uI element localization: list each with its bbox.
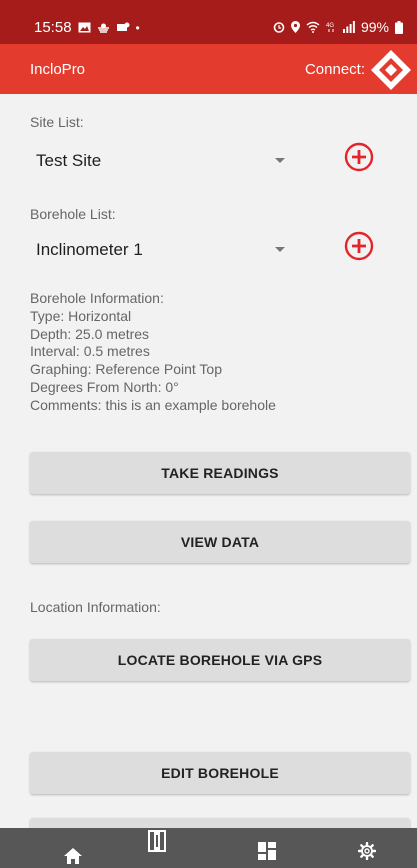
add-borehole-button[interactable]	[344, 231, 374, 261]
location-info-label: Location Information:	[30, 599, 161, 615]
borehole-info: Borehole Information: Type: Horizontal D…	[30, 290, 276, 415]
dashboard-icon	[258, 842, 276, 860]
chevron-down-icon	[275, 158, 285, 163]
bottom-navigation	[0, 828, 417, 868]
wifi-icon	[306, 21, 320, 33]
gallery-icon	[78, 22, 91, 33]
borehole-depth: Depth: 25.0 metres	[30, 325, 150, 342]
battery-percent: 99%	[360, 19, 389, 35]
borehole-degrees: Degrees From North: 0°	[30, 378, 179, 395]
borehole-icon	[148, 830, 166, 852]
site-select[interactable]: Test Site	[30, 143, 285, 177]
borehole-select-value: Inclinometer 1	[36, 240, 143, 259]
view-data-button[interactable]: VIEW DATA	[30, 521, 410, 563]
borehole-select[interactable]: Inclinometer 1	[30, 232, 285, 266]
nav-dashboard[interactable]	[250, 828, 290, 868]
signal-icon	[342, 21, 355, 33]
add-site-button[interactable]	[344, 142, 374, 172]
edit-borehole-button[interactable]: EDIT BOREHOLE	[30, 752, 410, 794]
home-icon	[64, 848, 82, 864]
app-bar: IncloPro Connect:	[0, 44, 417, 94]
alarm-icon	[273, 22, 285, 33]
borehole-interval: Interval: 0.5 metres	[30, 343, 150, 360]
take-readings-button[interactable]: TAKE READINGS	[30, 452, 410, 494]
borehole-comments: Comments: this is an example borehole	[30, 396, 276, 413]
connect-label[interactable]: Connect:	[305, 61, 365, 78]
settings-icon	[358, 842, 376, 860]
status-bar: 15:58 • 4G 99%	[0, 0, 417, 44]
status-time: 15:58	[34, 19, 72, 36]
dot-icon: •	[135, 20, 140, 35]
status-right: 4G 99%	[273, 19, 403, 35]
battery-icon	[395, 20, 403, 34]
borehole-graphing: Graphing: Reference Point Top	[30, 361, 222, 378]
notification-icon	[116, 22, 130, 31]
chevron-down-icon	[275, 247, 285, 252]
borehole-info-heading: Borehole Information:	[30, 290, 164, 306]
nav-borehole[interactable]	[140, 828, 180, 868]
svg-text:4G: 4G	[326, 23, 334, 29]
bluetooth-diamond-icon[interactable]	[369, 48, 413, 92]
borehole-list-label: Borehole List:	[30, 206, 116, 222]
4g-icon: 4G	[326, 23, 334, 32]
location-icon	[290, 21, 300, 33]
app-title: IncloPro	[30, 61, 86, 78]
nav-settings[interactable]	[350, 828, 390, 868]
locate-borehole-gps-button[interactable]: LOCATE BOREHOLE VIA GPS	[30, 639, 410, 681]
site-list-label: Site List:	[30, 114, 84, 130]
site-select-value: Test Site	[36, 151, 102, 170]
weather-icon	[97, 23, 109, 33]
nav-home[interactable]	[56, 828, 96, 868]
status-left: 15:58 •	[34, 19, 140, 36]
borehole-type: Type: Horizontal	[30, 307, 132, 324]
